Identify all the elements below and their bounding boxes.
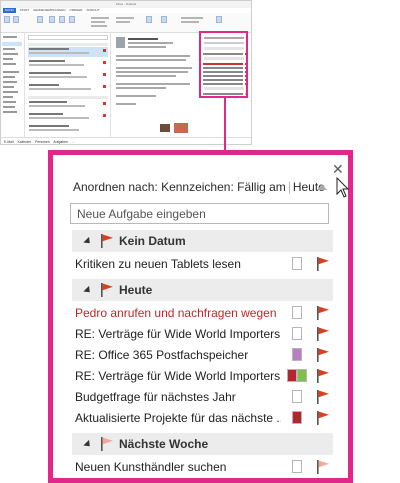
task-title: Neuen Kunsthändler suchen bbox=[75, 460, 227, 474]
nav-mail[interactable]: E-Mail bbox=[4, 140, 14, 144]
window-title: Inbox - Outlook bbox=[1, 1, 251, 8]
collapse-triangle-icon[interactable] bbox=[83, 285, 93, 295]
highlight-box bbox=[199, 31, 248, 98]
category-box[interactable] bbox=[292, 460, 302, 473]
category-box[interactable] bbox=[292, 327, 302, 340]
new-task-input[interactable]: Neue Aufgabe eingeben bbox=[70, 203, 329, 224]
flag-icon[interactable] bbox=[316, 368, 330, 384]
reading-pane bbox=[112, 33, 198, 137]
list-item[interactable] bbox=[28, 59, 108, 69]
group-header[interactable]: Heute bbox=[72, 279, 333, 301]
task-flag[interactable] bbox=[316, 326, 330, 342]
task-item[interactable]: Pedro anrufen und nachfragen wegen ... bbox=[75, 303, 333, 323]
collapse-triangle-icon[interactable] bbox=[83, 439, 93, 449]
group-label: Nächste Woche bbox=[119, 437, 209, 451]
nav-people[interactable]: Personen bbox=[35, 140, 50, 144]
group-header[interactable]: Kein Datum bbox=[72, 230, 333, 252]
group-label: Heute bbox=[119, 283, 153, 297]
mouse-cursor-icon bbox=[336, 177, 350, 198]
message-list bbox=[26, 33, 111, 137]
flag-icon[interactable] bbox=[316, 256, 330, 272]
contact-photo bbox=[174, 123, 188, 133]
list-item[interactable] bbox=[28, 83, 108, 93]
task-item[interactable]: Aktualisierte Projekte für das nächste .… bbox=[75, 408, 333, 428]
flag-icon[interactable] bbox=[316, 326, 330, 342]
close-icon[interactable]: ✕ bbox=[332, 162, 344, 176]
task-flag[interactable] bbox=[316, 256, 330, 272]
flag-icon[interactable] bbox=[316, 347, 330, 363]
category-box[interactable] bbox=[292, 348, 302, 361]
group-label: Kein Datum bbox=[119, 234, 186, 248]
group-flag bbox=[100, 436, 114, 452]
list-item[interactable] bbox=[28, 47, 108, 57]
list-item[interactable] bbox=[28, 71, 108, 81]
ribbon bbox=[1, 13, 251, 33]
sort-ascending-icon[interactable] bbox=[317, 184, 327, 190]
new-mail-icon[interactable] bbox=[4, 16, 10, 23]
flag-icon bbox=[101, 437, 113, 451]
task-item[interactable]: RE: Verträge für Wide World Importers... bbox=[75, 324, 333, 344]
todo-bar-zoomed: ✕ Anordnen nach: Kennzeichen: Fällig am H… bbox=[48, 150, 353, 483]
collapse-triangle-icon[interactable] bbox=[83, 236, 93, 246]
group-header[interactable]: Nächste Woche bbox=[72, 433, 333, 455]
list-item[interactable] bbox=[28, 124, 108, 134]
task-flag[interactable] bbox=[316, 410, 330, 426]
task-item[interactable]: Neuen Kunsthändler suchen bbox=[75, 457, 333, 477]
task-title: RE: Verträge für Wide World Importers... bbox=[75, 369, 281, 383]
reply-icon[interactable] bbox=[49, 16, 55, 23]
forward-icon[interactable] bbox=[69, 16, 75, 23]
list-item[interactable] bbox=[28, 112, 108, 122]
reply-all-icon[interactable] bbox=[59, 16, 65, 23]
task-flag[interactable] bbox=[316, 389, 330, 405]
task-title: Aktualisierte Projekte für das nächste .… bbox=[75, 411, 281, 425]
delete-icon[interactable] bbox=[37, 16, 43, 23]
task-title: Budgetfrage für nächstes Jahr bbox=[75, 390, 236, 404]
nav-calendar[interactable]: Kalender bbox=[18, 140, 32, 144]
tags-icon[interactable] bbox=[161, 16, 167, 23]
task-title: Kritiken zu neuen Tablets lesen bbox=[75, 257, 241, 271]
list-item[interactable] bbox=[28, 100, 108, 110]
category-box[interactable] bbox=[292, 390, 302, 403]
new-items-icon[interactable] bbox=[13, 16, 19, 23]
flag-icon bbox=[101, 234, 113, 248]
task-flag[interactable] bbox=[316, 347, 330, 363]
flag-icon[interactable] bbox=[316, 389, 330, 405]
contact-photo bbox=[160, 124, 170, 132]
figure: Inbox - Outlook DATEI START SENDEN/EMPFA… bbox=[0, 0, 400, 483]
task-title: Pedro anrufen und nachfragen wegen ... bbox=[75, 306, 281, 320]
flag-icon[interactable] bbox=[316, 459, 330, 475]
folder-pane bbox=[1, 33, 25, 137]
group-flag bbox=[100, 233, 114, 249]
arrange-label: Anordnen nach: Kennzeichen: Fällig am bbox=[73, 180, 286, 194]
group-flag bbox=[100, 282, 114, 298]
task-item[interactable]: RE: Office 365 Postfachspeicher bbox=[75, 345, 333, 365]
connector-line bbox=[224, 98, 226, 152]
search-input[interactable] bbox=[28, 35, 108, 40]
task-title: RE: Office 365 Postfachspeicher bbox=[75, 348, 249, 362]
flag-icon[interactable] bbox=[316, 410, 330, 426]
category-box[interactable] bbox=[292, 306, 302, 319]
category-box[interactable] bbox=[287, 369, 297, 382]
store-icon[interactable] bbox=[216, 16, 222, 23]
flag-icon bbox=[101, 283, 113, 297]
navigation-bar: E-Mail Kalender Personen Aufgaben ... bbox=[1, 137, 251, 144]
flag-icon[interactable] bbox=[316, 305, 330, 321]
arrange-by-header[interactable]: Anordnen nach: Kennzeichen: Fällig am Heu… bbox=[73, 180, 325, 194]
task-flag[interactable] bbox=[316, 305, 330, 321]
category-box[interactable] bbox=[292, 257, 302, 270]
avatar bbox=[116, 37, 125, 48]
task-flag[interactable] bbox=[316, 368, 330, 384]
task-flag[interactable] bbox=[316, 459, 330, 475]
category-box[interactable] bbox=[297, 369, 307, 382]
task-item[interactable]: Budgetfrage für nächstes Jahr bbox=[75, 387, 333, 407]
move-icon[interactable] bbox=[146, 16, 152, 23]
task-title: RE: Verträge für Wide World Importers... bbox=[75, 327, 281, 341]
nav-tasks[interactable]: Aufgaben bbox=[53, 140, 68, 144]
category-box[interactable] bbox=[292, 411, 302, 424]
task-item[interactable]: Kritiken zu neuen Tablets lesen bbox=[75, 254, 333, 274]
task-item[interactable]: RE: Verträge für Wide World Importers... bbox=[75, 366, 333, 386]
nav-more[interactable]: ... bbox=[72, 140, 75, 144]
